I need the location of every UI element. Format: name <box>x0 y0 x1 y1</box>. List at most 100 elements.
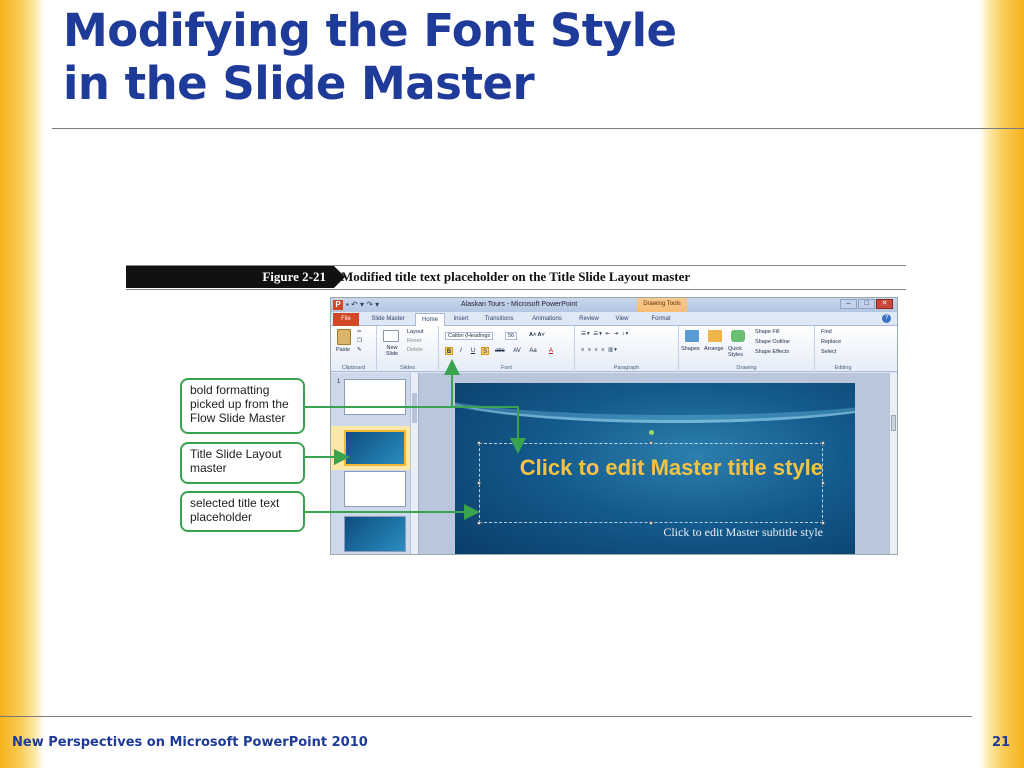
align-icons[interactable]: ≡ ≡ ≡ ≡ ▥▾ <box>581 347 618 353</box>
left-gradient-bar <box>0 0 44 768</box>
bold-button[interactable]: B <box>445 347 453 355</box>
new-slide-label[interactable]: New Slide <box>380 345 404 357</box>
font-name-select[interactable]: Calibri (Headings <box>445 332 494 340</box>
editing-group-label: Editing <box>834 365 852 371</box>
thumbnail-layout-4[interactable] <box>344 516 406 552</box>
tab-transitions[interactable]: Transitions <box>477 313 521 326</box>
callout-title-slide-layout: Title Slide Layout master <box>180 442 305 484</box>
shapes-icon[interactable] <box>685 330 699 342</box>
shape-effects-button[interactable]: Shape Effects <box>755 349 789 355</box>
replace-button[interactable]: Replace <box>821 339 841 345</box>
format-painter-icon[interactable]: ✎ <box>357 347 362 353</box>
arrange-label[interactable]: Arrange <box>704 346 724 352</box>
char-spacing-icon[interactable]: AV <box>513 347 521 355</box>
ribbon: Paste ✂ ❐ ✎ Clipboard New Slide Layout R… <box>331 326 897 372</box>
callout-layout-text: Title Slide Layout master <box>190 447 282 475</box>
figure-header: Figure 2-21 Modified title text placehol… <box>126 265 906 290</box>
shadow-button[interactable]: S <box>481 347 489 355</box>
underline-button[interactable]: U <box>469 347 477 355</box>
page-number: 21 <box>992 735 1011 750</box>
tab-animations[interactable]: Animations <box>525 313 569 326</box>
clipboard-group: Paste ✂ ❐ ✎ Clipboard <box>331 326 377 372</box>
paste-icon[interactable] <box>337 329 351 345</box>
master-title-text[interactable]: Click to edit Master title style <box>483 449 823 487</box>
quick-access-toolbar[interactable]: ▪ ↶ ▾ ↷ ▾ <box>346 299 379 311</box>
callout-bold-text: bold formatting picked up from the Flow … <box>190 383 289 425</box>
select-button[interactable]: Select <box>821 349 836 355</box>
shapes-label[interactable]: Shapes <box>681 346 700 352</box>
minimize-button[interactable]: – <box>840 299 857 309</box>
thumbnail-title-slide-layout[interactable] <box>344 430 406 466</box>
help-icon[interactable]: ? <box>882 314 891 323</box>
quick-styles-label[interactable]: Quick Styles <box>728 346 752 358</box>
title-divider <box>52 128 1024 129</box>
italic-button[interactable]: I <box>457 347 465 355</box>
powerpoint-icon: P <box>333 300 343 310</box>
callout-placeholder-text: selected title text placeholder <box>190 496 280 524</box>
background-wave-highlight <box>455 383 855 423</box>
tab-file[interactable]: File <box>333 313 359 326</box>
ribbon-tabs: File Slide Master Home Insert Transition… <box>331 312 897 326</box>
font-size-select[interactable]: 56 <box>505 332 518 340</box>
list-icons[interactable]: ☰▾ ☰▾ ⇤ ⇥ ↕▾ <box>581 331 629 337</box>
paste-label[interactable]: Paste <box>336 347 350 353</box>
editing-group: Find Replace Select Editing <box>815 326 871 372</box>
slides-group-label: Slides <box>400 365 415 371</box>
grow-font-icon[interactable]: A˄ A˅ <box>529 332 545 338</box>
footer-divider <box>0 716 972 717</box>
thumbnail-flow-slide-master[interactable] <box>344 379 406 415</box>
find-button[interactable]: Find <box>821 329 832 335</box>
tab-format[interactable]: Format <box>641 313 681 326</box>
footer-course-title: New Perspectives on Microsoft PowerPoint… <box>12 735 368 750</box>
copy-icon[interactable]: ❐ <box>357 338 362 344</box>
clipboard-group-label: Clipboard <box>341 365 366 371</box>
thumbnail-layout-3[interactable] <box>344 471 406 507</box>
thumbnail-scrollbar[interactable] <box>410 373 418 554</box>
tab-insert[interactable]: Insert <box>447 313 475 326</box>
tab-home[interactable]: Home <box>415 313 445 326</box>
resize-handle[interactable] <box>477 441 481 445</box>
slide-canvas: Click to edit Master title style Click t… <box>455 383 855 554</box>
maximize-button[interactable]: □ <box>858 299 875 309</box>
cut-icon[interactable]: ✂ <box>357 329 362 335</box>
slide-title-line1: Modifying the Font Style <box>63 4 677 57</box>
window-title: Alaskan Tours - Microsoft PowerPoint <box>461 301 578 308</box>
right-gradient-bar <box>980 0 1024 768</box>
resize-handle[interactable] <box>477 481 481 485</box>
slide-thumbnails-pane: 1 <box>331 373 419 554</box>
slide-vertical-scrollbar[interactable] <box>889 373 897 554</box>
change-case-icon[interactable]: Aa <box>529 347 537 355</box>
resize-handle[interactable] <box>821 441 825 445</box>
new-slide-icon[interactable] <box>383 330 399 342</box>
paragraph-group: ☰▾ ☰▾ ⇤ ⇥ ↕▾ ≡ ≡ ≡ ≡ ▥▾ Paragraph <box>575 326 679 372</box>
font-color-icon[interactable]: A <box>547 347 555 355</box>
thumbnail-number: 1 <box>337 379 341 385</box>
close-button[interactable]: ✕ <box>876 299 893 309</box>
shape-fill-button[interactable]: Shape Fill <box>755 329 779 335</box>
paragraph-group-label: Paragraph <box>613 365 640 371</box>
slides-group: New Slide Layout Reset Delete Slides <box>377 326 439 372</box>
reset-button[interactable]: Reset <box>407 338 421 344</box>
tab-view[interactable]: View <box>609 313 635 326</box>
master-subtitle-text[interactable]: Click to edit Master subtitle style <box>479 525 823 540</box>
resize-handle[interactable] <box>649 441 653 445</box>
layout-button[interactable]: Layout <box>407 329 424 335</box>
strikethrough-button[interactable]: abc <box>495 347 505 355</box>
quick-styles-icon[interactable] <box>731 330 745 342</box>
font-group-label: Font <box>500 365 512 371</box>
shape-outline-button[interactable]: Shape Outline <box>755 339 790 345</box>
figure-label: Figure 2-21 <box>126 266 345 288</box>
slide-title-line2: in the Slide Master <box>63 57 535 110</box>
delete-button[interactable]: Delete <box>407 347 423 353</box>
tab-slide-master[interactable]: Slide Master <box>363 313 413 326</box>
figure-caption: Modified title text placeholder on the T… <box>341 269 691 284</box>
powerpoint-screenshot: P ▪ ↶ ▾ ↷ ▾ Alaskan Tours - Microsoft Po… <box>330 297 898 555</box>
slide-title: Modifying the Font Style in the Slide Ma… <box>63 4 763 110</box>
rotation-handle[interactable] <box>649 430 654 435</box>
drawing-group: Shapes Arrange Quick Styles Shape Fill S… <box>679 326 815 372</box>
slide-editing-area: Click to edit Master title style Click t… <box>419 373 897 554</box>
arrange-icon[interactable] <box>708 330 722 342</box>
callout-selected-placeholder: selected title text placeholder <box>180 491 305 532</box>
tab-review[interactable]: Review <box>573 313 605 326</box>
font-group: Calibri (Headings 56 A˄ A˅ B I U S abc A… <box>439 326 575 372</box>
